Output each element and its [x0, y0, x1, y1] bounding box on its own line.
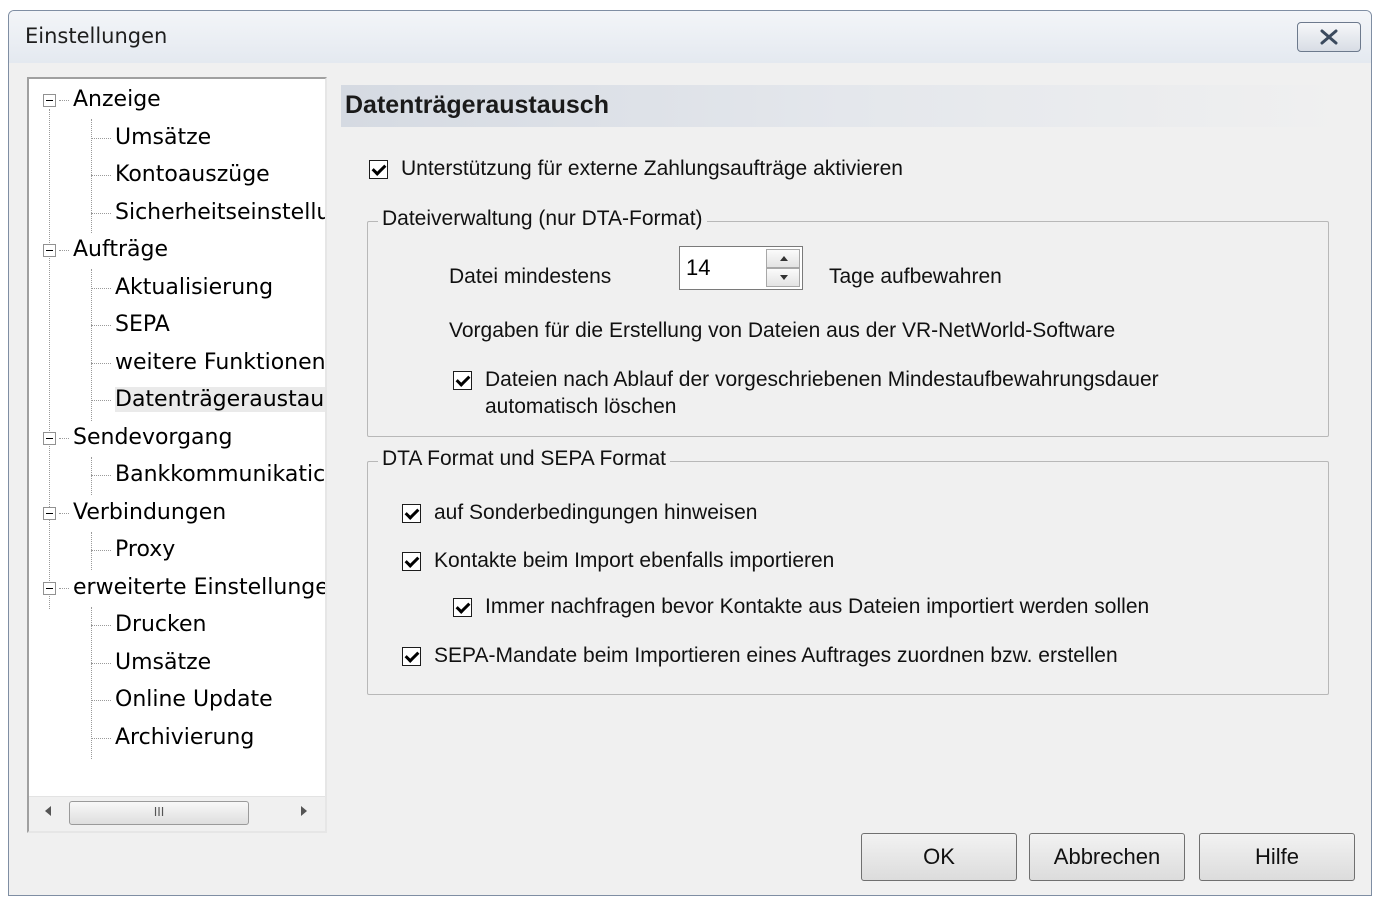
help-button[interactable]: Hilfe: [1199, 833, 1355, 881]
enable-external-orders-checkbox[interactable]: Unterstützung für externe Zahlungsaufträ…: [369, 157, 903, 181]
arrow-down-icon: [780, 275, 788, 280]
checkbox-checked[interactable]: [402, 552, 421, 571]
tree-item-anzeige[interactable]: Anzeige: [73, 83, 161, 117]
tree-item-label: Sicherheitseinstellu: [115, 200, 327, 225]
tree-item-label: Kontoauszüge: [115, 162, 270, 187]
tree-horizontal-scrollbar[interactable]: III: [29, 796, 325, 831]
tree-item-umsaetze[interactable]: Umsätze: [115, 121, 211, 155]
tree-item-label: weitere Funktionen: [115, 350, 326, 375]
scroll-left-icon[interactable]: [45, 806, 51, 816]
tree-item-weitere-funktionen[interactable]: weitere Funktionen: [115, 346, 326, 380]
close-button[interactable]: [1297, 22, 1361, 52]
collapse-icon[interactable]: [43, 432, 56, 445]
days-spinbox[interactable]: 14: [679, 246, 803, 290]
min-days-label: Datei mindestens: [449, 265, 612, 288]
title-bar[interactable]: Einstellungen: [9, 11, 1371, 63]
checkbox-label: auf Sonderbedingungen hinweisen: [434, 501, 758, 524]
checkbox-label: Kontakte beim Import ebenfalls importier…: [434, 549, 835, 572]
spin-buttons: [766, 249, 800, 287]
special-conditions-checkbox[interactable]: auf Sonderbedingungen hinweisen: [402, 501, 757, 525]
sepa-mandate-checkbox[interactable]: SEPA-Mandate beim Importieren eines Auft…: [402, 644, 1118, 668]
checkbox-checked[interactable]: [402, 647, 421, 666]
group-legend: DTA Format und SEPA Format: [378, 447, 670, 471]
close-icon: [1320, 29, 1338, 45]
group-legend: Dateiverwaltung (nur DTA-Format): [378, 207, 707, 231]
tree-item-label: Aufträge: [73, 237, 169, 262]
tree-item-sepa[interactable]: SEPA: [115, 308, 170, 342]
collapse-icon[interactable]: [43, 582, 56, 595]
tree-item-label: Anzeige: [73, 87, 161, 112]
tree-item-proxy[interactable]: Proxy: [115, 533, 175, 567]
settings-dialog: Einstellungen Anzeige Umsätze Kontoauszü…: [8, 10, 1372, 896]
tree-item-label: Sendevorgang: [73, 425, 233, 450]
collapse-icon[interactable]: [43, 244, 56, 257]
tree-item-label: Online Update: [115, 687, 273, 712]
panel-title: Datenträgeraustausch: [345, 91, 609, 119]
tree-item-archivierung[interactable]: Archivierung: [115, 721, 254, 755]
checkbox-checked[interactable]: [402, 504, 421, 523]
days-suffix-label: Tage aufbewahren: [829, 265, 1002, 288]
tree-item-label: erweiterte Einstellunge: [73, 575, 327, 600]
tree-item-verbindungen[interactable]: Verbindungen: [73, 496, 226, 530]
tree-item-drucken[interactable]: Drucken: [115, 608, 206, 642]
tree-item-label: SEPA: [115, 312, 170, 337]
checkbox-checked[interactable]: [369, 160, 388, 179]
spin-down-button[interactable]: [766, 268, 800, 287]
defaults-text: Vorgaben für die Erstellung von Dateien …: [449, 319, 1116, 342]
auto-delete-checkbox[interactable]: Dateien nach Ablauf der vorgeschriebenen…: [453, 368, 1159, 419]
panel-header: Datenträgeraustausch: [341, 85, 1351, 127]
days-value[interactable]: 14: [686, 255, 710, 281]
tree-item-sicherheitseinstellungen[interactable]: Sicherheitseinstellu: [115, 196, 327, 230]
dialog-client-area: Anzeige Umsätze Kontoauszüge Sicherheits…: [9, 63, 1371, 895]
tree-item-umsaetze-2[interactable]: Umsätze: [115, 646, 211, 680]
tree-item-aktualisierung[interactable]: Aktualisierung: [115, 271, 273, 305]
checkbox-label: Dateien nach Ablauf der vorgeschriebenen…: [485, 368, 1159, 419]
tree-item-label: Umsätze: [115, 650, 212, 675]
checkbox-checked[interactable]: [453, 598, 472, 617]
scroll-right-icon[interactable]: [301, 806, 307, 816]
arrow-up-icon: [780, 256, 788, 261]
tree-item-label: Proxy: [115, 537, 176, 562]
tree-item-label: Umsätze: [115, 125, 212, 150]
tree-item-sendevorgang[interactable]: Sendevorgang: [73, 421, 232, 455]
cancel-button[interactable]: Abbrechen: [1029, 833, 1185, 881]
tree-item-auftraege[interactable]: Aufträge: [73, 233, 168, 267]
tree-item-label: Verbindungen: [73, 500, 227, 525]
tree-item-bankkommunikation[interactable]: Bankkommunikatic: [115, 458, 325, 492]
ok-button[interactable]: OK: [861, 833, 1017, 881]
tree-item-online-update[interactable]: Online Update: [115, 683, 273, 717]
tree-item-label: Aktualisierung: [115, 275, 274, 300]
tree-item-datentraegeraustausch[interactable]: Datenträgeraustaus: [115, 383, 325, 417]
checkbox-label: SEPA-Mandate beim Importieren eines Auft…: [434, 644, 1118, 667]
tree-item-label: Bankkommunikatic: [115, 462, 326, 487]
window-title: Einstellungen: [25, 24, 168, 48]
checkbox-label: Unterstützung für externe Zahlungsaufträ…: [401, 157, 903, 180]
checkbox-checked[interactable]: [453, 371, 472, 390]
tree-item-label: Drucken: [115, 612, 207, 637]
tree-item-kontoauszuege[interactable]: Kontoauszüge: [115, 158, 270, 192]
tree-item-label: Datenträgeraustaus: [115, 387, 325, 412]
spin-up-button[interactable]: [766, 249, 800, 268]
scroll-thumb[interactable]: III: [69, 801, 249, 825]
checkbox-label-line-1: Dateien nach Ablauf der vorgeschriebenen…: [485, 368, 1159, 391]
always-ask-checkbox[interactable]: Immer nachfragen bevor Kontakte aus Date…: [453, 595, 1149, 619]
settings-tree[interactable]: Anzeige Umsätze Kontoauszüge Sicherheits…: [27, 77, 327, 833]
import-contacts-checkbox[interactable]: Kontakte beim Import ebenfalls importier…: [402, 549, 834, 573]
checkbox-label: Immer nachfragen bevor Kontakte aus Date…: [485, 595, 1150, 618]
tree-item-erweiterte-einstellungen[interactable]: erweiterte Einstellunge: [73, 571, 327, 605]
checkbox-label-line-2: automatisch löschen: [485, 395, 677, 418]
tree-item-label: Archivierung: [115, 725, 255, 750]
collapse-icon[interactable]: [43, 507, 56, 520]
collapse-icon[interactable]: [43, 94, 56, 107]
